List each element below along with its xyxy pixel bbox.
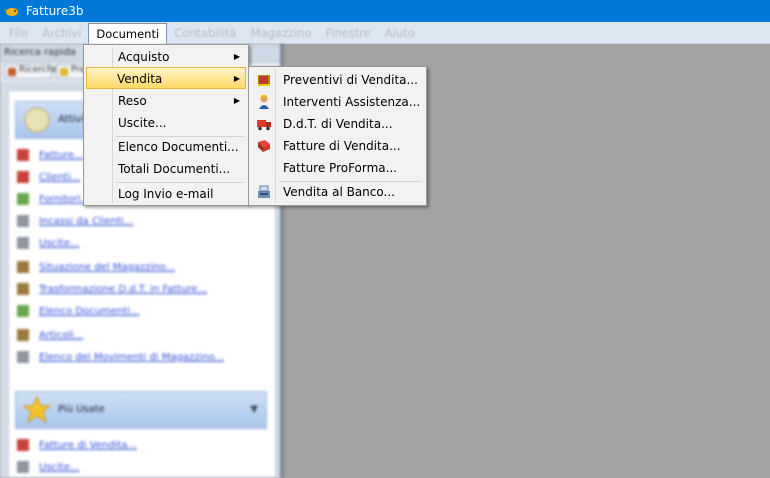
list-item[interactable]: Fatture di Vendita... [17, 437, 137, 453]
menu-item-interventi-assistenza[interactable]: Interventi Assistenza... [251, 91, 424, 113]
list-item[interactable]: Uscite... [17, 459, 79, 475]
menu-item-totali-documenti[interactable]: Totali Documenti... [86, 158, 246, 180]
star-icon [22, 395, 52, 424]
menu-item-fatture-proforma[interactable]: Fatture ProForma... [251, 157, 424, 179]
globe-icon [24, 107, 50, 133]
menu-file[interactable]: File [2, 23, 35, 43]
list-item[interactable]: Articoli... [17, 327, 83, 343]
vendita-submenu: Preventivi di Vendita... Interventi Assi… [248, 66, 427, 206]
menu-aiuto[interactable]: Aiuto [378, 23, 422, 43]
truck-icon [257, 120, 271, 131]
menu-bar: File Archivi Documenti Contabilità Magaz… [0, 22, 770, 45]
menu-item-vendita[interactable]: Vendita ▶ [86, 67, 246, 89]
suppliers-icon [17, 193, 29, 205]
list-item[interactable]: Situazione del Magazzino... [17, 259, 175, 275]
expense-icon [17, 461, 29, 473]
warehouse-icon [17, 261, 29, 273]
documenti-menu: Acquisto ▶ Vendita ▶ Reso ▶ Uscite... El… [83, 44, 249, 206]
expense-icon [17, 237, 29, 249]
invoice-icon [17, 149, 29, 161]
technician-icon [259, 95, 269, 109]
menu-documenti[interactable]: Documenti [88, 22, 168, 45]
group-label: Più Usate [58, 404, 105, 415]
list-item[interactable]: Uscite... [17, 235, 79, 251]
clients-icon [17, 171, 29, 183]
menu-item-elenco-documenti[interactable]: Elenco Documenti... [86, 136, 246, 158]
menu-item-preventivi-vendita[interactable]: Preventivi di Vendita... [251, 69, 424, 91]
menu-finestre[interactable]: Finestre [318, 23, 377, 43]
tab-ricerche[interactable]: Ricerche [4, 64, 58, 79]
group-piu-usate[interactable]: Più Usate ▼ [15, 391, 267, 429]
documents-icon [17, 305, 29, 317]
menu-item-reso[interactable]: Reso ▶ [86, 90, 246, 112]
folder-icon [258, 75, 270, 86]
articles-icon [17, 329, 29, 341]
invoice-book-icon [258, 140, 270, 152]
convert-icon [17, 283, 29, 295]
submenu-arrow-icon: ▶ [233, 74, 240, 83]
list-item[interactable]: Fatture... [17, 147, 84, 163]
window-title: Fatture3b [26, 4, 84, 18]
list-item[interactable]: Trasformazione D.d.T. in Fatture... [17, 281, 207, 297]
list-item[interactable]: Fornitori... [17, 191, 90, 207]
menu-item-fatture-vendita[interactable]: Fatture di Vendita... [251, 135, 424, 157]
title-bar: Fatture3b [0, 0, 770, 22]
menu-archivi[interactable]: Archivi [35, 23, 88, 43]
app-logo-icon [4, 8, 18, 16]
menu-item-acquisto[interactable]: Acquisto ▶ [86, 46, 246, 68]
menu-item-uscite[interactable]: Uscite... [86, 112, 246, 134]
menu-contabilita[interactable]: Contabilità [167, 23, 243, 43]
submenu-arrow-icon: ▶ [233, 52, 240, 61]
invoice-icon [17, 439, 29, 451]
menu-magazzino[interactable]: Magazzino [244, 23, 319, 43]
submenu-arrow-icon: ▶ [233, 96, 240, 105]
cash-register-icon [258, 185, 270, 198]
menu-item-vendita-banco[interactable]: Vendita al Banco... [251, 181, 424, 203]
menu-item-log-invio-email[interactable]: Log Invio e-mail [86, 183, 246, 205]
payment-icon [17, 215, 29, 227]
menu-item-ddt-vendita[interactable]: D.d.T. di Vendita... [251, 113, 424, 135]
chevron-down-icon[interactable]: ▼ [250, 404, 258, 415]
movements-icon [17, 351, 29, 363]
list-item[interactable]: Elenco dei Movimenti di Magazzino... [17, 349, 224, 365]
list-item[interactable]: Elenco Documenti... [17, 303, 140, 319]
list-item[interactable]: Clienti... [17, 169, 80, 185]
list-item[interactable]: Incassi da Clienti... [17, 213, 133, 229]
